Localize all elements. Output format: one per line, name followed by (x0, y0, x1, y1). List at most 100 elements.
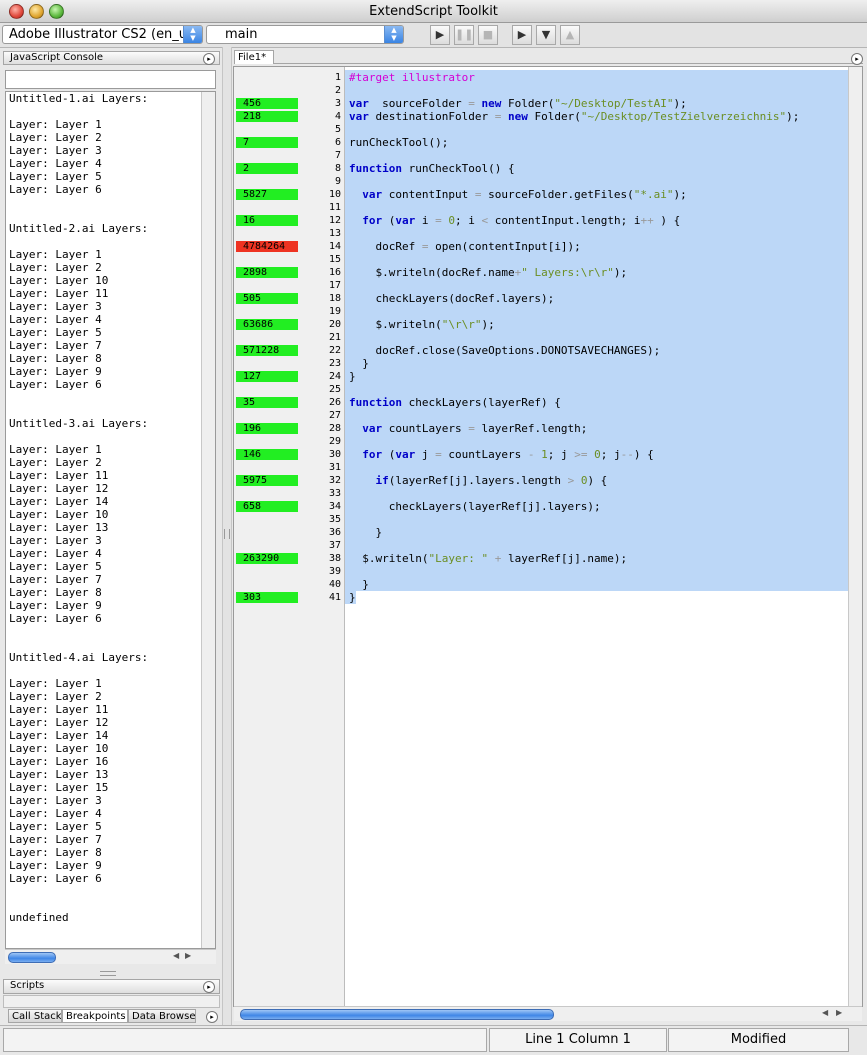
line-number: 22 (328, 345, 341, 356)
engine-select[interactable]: main ▲ ▼ (206, 25, 404, 44)
console-input[interactable] (5, 70, 216, 89)
scroll-right-icon[interactable]: ▶ (836, 1008, 842, 1017)
code-line[interactable]: for (var i = 0; i < contentInput.length;… (349, 214, 680, 227)
code-line[interactable]: } (349, 526, 382, 539)
panel-menu-icon[interactable]: ▸ (851, 53, 863, 65)
code-line[interactable]: var countLayers = layerRef.length; (349, 422, 587, 435)
code-line[interactable]: } (349, 370, 356, 383)
profiler-hit-count: 146 (236, 449, 298, 460)
code-area[interactable]: #target illustrator var sourceFolder = ne… (345, 67, 862, 1006)
pause-button[interactable]: ❚❚ (454, 25, 474, 45)
step-into-icon: ▼ (541, 28, 551, 41)
line-number: 28 (328, 423, 341, 434)
profiler-hit-count: 63686 (236, 319, 298, 330)
pause-icon: ❚❚ (455, 28, 474, 41)
line-number: 32 (328, 475, 341, 486)
tab-call-stack[interactable]: Call Stack (8, 1009, 62, 1023)
line-number: 40 (328, 579, 341, 590)
scroll-left-icon[interactable]: ◀ (173, 951, 179, 960)
code-line[interactable]: docRef.close(SaveOptions.DONOTSAVECHANGE… (349, 344, 660, 357)
console-hscrollbar[interactable]: ◀ ▶ (5, 949, 216, 964)
code-line[interactable]: } (349, 578, 369, 591)
editor-vscrollbar[interactable] (848, 67, 862, 1008)
code-line[interactable]: for (var j = countLayers - 1; j >= 0; j-… (349, 448, 653, 461)
profiler-hit-count: 127 (236, 371, 298, 382)
engine-value: main (225, 27, 258, 42)
code-line[interactable]: $.writeln(docRef.name+" Layers:\r\r"); (349, 266, 627, 279)
step-out-button[interactable]: ▲ (560, 25, 580, 45)
data-browser-label: Data Browser (132, 1011, 196, 1022)
code-line[interactable]: } (349, 357, 369, 370)
line-number: 9 (334, 176, 341, 187)
code-line[interactable]: var sourceFolder = new Folder("~/Desktop… (349, 97, 687, 110)
line-number: 16 (328, 267, 341, 278)
line-number: 13 (328, 228, 341, 239)
scroll-left-icon[interactable]: ◀ (822, 1008, 828, 1017)
panel-menu-icon[interactable]: ▸ (203, 981, 215, 993)
line-number: 33 (328, 488, 341, 499)
chevron-updown-icon: ▲ ▼ (384, 26, 403, 43)
profiler-hit-count: 505 (236, 293, 298, 304)
code-line[interactable]: var destinationFolder = new Folder("~/De… (349, 110, 799, 123)
code-line[interactable]: #target illustrator (349, 71, 475, 84)
console-tab-label: JavaScript Console (10, 52, 104, 63)
profiler-hit-count: 35 (236, 397, 298, 408)
code-line[interactable]: function checkLayers(layerRef) { (349, 396, 561, 409)
code-line[interactable]: $.writeln("Layer: " + layerRef[j].name); (349, 552, 627, 565)
panel-menu-icon[interactable]: ▸ (206, 1011, 218, 1023)
run-button[interactable]: ▶ (430, 25, 450, 45)
line-number: 12 (328, 215, 341, 226)
line-number: 7 (334, 150, 341, 161)
tab-scripts[interactable]: Scripts ▸ (3, 979, 220, 994)
step-out-icon: ▲ (565, 28, 575, 41)
line-number: 1 (334, 72, 341, 83)
splitter-grip[interactable] (224, 529, 230, 539)
code-line[interactable]: } (349, 591, 356, 604)
line-number: 34 (328, 501, 341, 512)
tab-file1[interactable]: File1* (234, 50, 274, 64)
line-number: 36 (328, 527, 341, 538)
title-bar: ExtendScript Toolkit (0, 0, 867, 23)
stop-button[interactable]: ■ (478, 25, 498, 45)
line-number: 26 (328, 397, 341, 408)
scroll-thumb[interactable] (8, 952, 56, 963)
call-stack-label: Call Stack (12, 1011, 62, 1022)
stop-icon: ■ (482, 28, 494, 41)
code-line[interactable]: $.writeln("\r\r"); (349, 318, 494, 331)
line-number: 6 (334, 137, 341, 148)
line-number: 19 (328, 306, 341, 317)
code-line[interactable]: docRef = open(contentInput[i]); (349, 240, 580, 253)
step-over-icon: ▶ (517, 28, 527, 41)
profiler-hit-count: 2 (236, 163, 298, 174)
console-vscrollbar[interactable] (201, 92, 215, 948)
code-line[interactable]: checkLayers(docRef.layers); (349, 292, 554, 305)
step-into-button[interactable]: ▼ (536, 25, 556, 45)
scroll-right-icon[interactable]: ▶ (185, 951, 191, 960)
code-line[interactable]: var contentInput = sourceFolder.getFiles… (349, 188, 687, 201)
tab-strip-line (274, 63, 863, 64)
code-line[interactable]: if(layerRef[j].layers.length > 0) { (349, 474, 608, 487)
tab-breakpoints[interactable]: Breakpoints (62, 1009, 128, 1023)
line-number: 2 (334, 85, 341, 96)
editor[interactable]: 1 2 3 4 5 6 7 8 9 10 11 12 13 14 15 16 17 18 19 20 21 22 23 24 2… (233, 66, 863, 1008)
console-output[interactable]: Untitled-1.ai Layers: Layer: Layer 1 Lay… (5, 91, 216, 949)
target-app-select[interactable]: Adobe Illustrator CS2 (en_u ▲ ▼ (2, 25, 203, 44)
line-number: 17 (328, 280, 341, 291)
step-over-button[interactable]: ▶ (512, 25, 532, 45)
run-icon: ▶ (435, 28, 445, 41)
line-number: 35 (328, 514, 341, 525)
scroll-thumb[interactable] (240, 1009, 554, 1020)
panel-menu-icon[interactable]: ▸ (203, 53, 215, 65)
scripts-panel (3, 995, 220, 1008)
tab-javascript-console[interactable]: JavaScript Console ▸ (3, 51, 220, 65)
vertical-splitter[interactable] (222, 47, 232, 1025)
code-line[interactable]: runCheckTool(); (349, 136, 448, 149)
tab-data-browser[interactable]: Data Browser (128, 1009, 196, 1023)
breakpoints-label: Breakpoints (66, 1011, 126, 1022)
line-number: 10 (328, 189, 341, 200)
code-line[interactable]: checkLayers(layerRef[j].layers); (349, 500, 601, 513)
splitter-grip[interactable] (100, 971, 116, 976)
editor-hscrollbar[interactable]: ◀ ▶ (234, 1006, 862, 1021)
code-line[interactable]: function runCheckTool() { (349, 162, 515, 175)
profiler-hit-count: 263290 (236, 553, 298, 564)
